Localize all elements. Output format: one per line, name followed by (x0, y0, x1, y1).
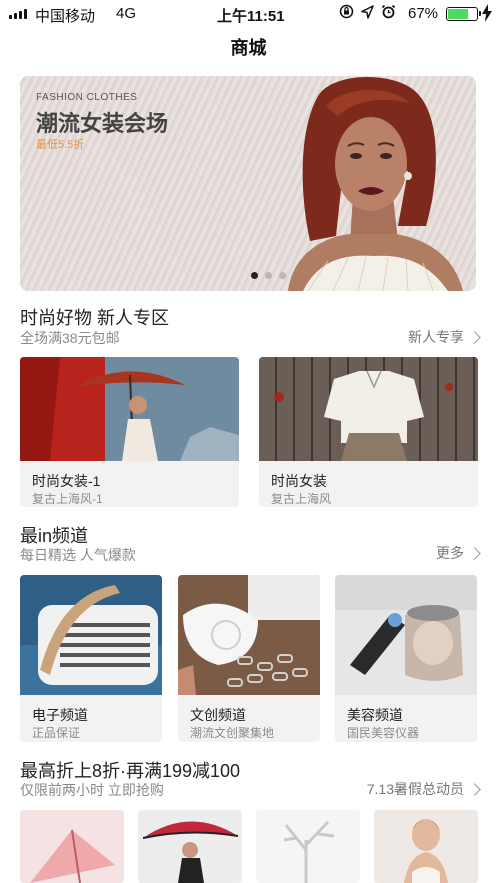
deal-product-card[interactable] (256, 810, 360, 883)
banner-model-image (288, 76, 463, 291)
channel-title: 文创频道 (190, 707, 246, 723)
deal-product-card[interactable] (138, 810, 242, 883)
product-card[interactable]: 时尚女装 复古上海风 (259, 357, 478, 507)
channel-image (20, 575, 162, 695)
location-arrow-icon (361, 4, 374, 19)
summer-event-link-label: 7.13暑假总动员 (366, 781, 464, 797)
carousel-dot[interactable] (264, 272, 272, 279)
signal-strength-icon (9, 9, 27, 19)
newcomer-link[interactable]: 新人专享 (408, 327, 481, 347)
channel-card[interactable]: 文创频道 潮流文创聚集地 (178, 575, 320, 742)
battery-icon (446, 7, 481, 21)
section-title-newcomer: 时尚好物 新人专区 (20, 308, 170, 328)
product-card[interactable]: 时尚女装-1 复古上海风-1 (20, 357, 239, 507)
product-title: 时尚女装 (271, 473, 327, 489)
banner-subtitle: FASHION CLOTHES (36, 92, 138, 103)
alarm-icon (381, 4, 396, 19)
status-bar: 中国移动 4G 上午11:51 67% (0, 0, 497, 28)
channel-subtitle: 国民美容仪器 (347, 726, 420, 740)
chevron-right-icon (468, 782, 481, 796)
carousel-dot[interactable] (250, 272, 258, 279)
section-subtitle-channels: 每日精选 人气爆款 (20, 547, 136, 563)
channel-card[interactable]: 电子频道 正品保证 (20, 575, 162, 742)
carousel-dot[interactable] (278, 272, 286, 279)
section-subtitle-discount: 仅限前两小时 立即抢购 (20, 782, 164, 798)
banner-title: 潮流女装会场 (36, 111, 169, 136)
charging-bolt-icon (482, 4, 492, 22)
clock: 上午11:51 (217, 8, 285, 25)
deal-product-card[interactable] (20, 810, 124, 883)
page-title: 商城 (230, 38, 267, 58)
status-icons (339, 4, 396, 19)
product-title: 时尚女装-1 (32, 473, 101, 489)
newcomer-link-label: 新人专享 (408, 329, 464, 345)
section-subtitle-newcomer: 全场满38元包邮 (20, 330, 120, 346)
deal-product-image (20, 810, 124, 883)
network-type: 4G (116, 5, 137, 22)
deal-product-image (138, 810, 242, 883)
chevron-right-icon (468, 330, 481, 344)
carousel-indicator[interactable] (20, 272, 476, 279)
deal-product-card[interactable] (374, 810, 478, 883)
product-subtitle: 复古上海风 (271, 492, 332, 506)
summer-event-link[interactable]: 7.13暑假总动员 (366, 779, 481, 799)
channel-title: 电子频道 (32, 707, 88, 723)
more-link-label: 更多 (436, 545, 464, 561)
channel-subtitle: 潮流文创聚集地 (190, 726, 275, 740)
more-link[interactable]: 更多 (436, 543, 481, 563)
channel-image (178, 575, 320, 695)
carrier-name: 中国移动 (35, 8, 96, 25)
channel-subtitle: 正品保证 (32, 726, 81, 740)
channel-title: 美容频道 (347, 707, 403, 723)
product-subtitle: 复古上海风-1 (32, 492, 103, 506)
deal-product-image (374, 810, 478, 883)
deal-product-image (256, 810, 360, 883)
channel-image (335, 575, 477, 695)
banner-discount: 最低5.5折 (36, 139, 85, 151)
promo-banner[interactable]: FASHION CLOTHES 潮流女装会场 最低5.5折 (20, 76, 476, 291)
battery-percent: 67% (408, 5, 439, 22)
orientation-lock-icon (339, 4, 354, 19)
chevron-right-icon (468, 546, 481, 560)
channel-card[interactable]: 美容频道 国民美容仪器 (335, 575, 477, 742)
product-image (20, 357, 239, 461)
product-image (259, 357, 478, 461)
